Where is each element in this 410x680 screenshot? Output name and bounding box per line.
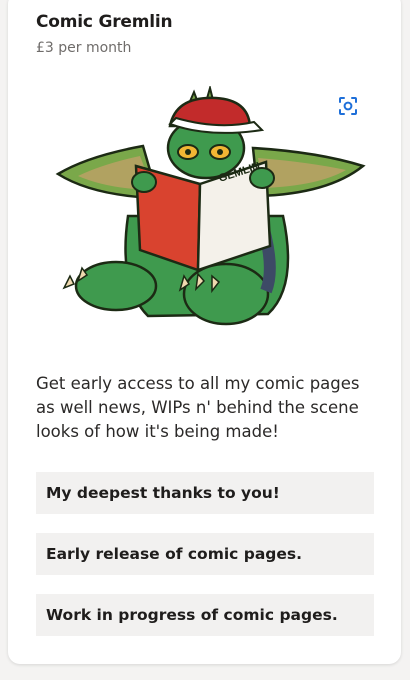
tier-title: Comic Gremlin	[36, 12, 173, 32]
benefit-item: My deepest thanks to you!	[36, 472, 374, 514]
tier-card: Comic Gremlin £3 per month GEMLIN Get ea…	[8, 0, 401, 664]
benefit-item: Work in progress of comic pages.	[36, 594, 374, 636]
gremlin-illustration	[55, 86, 366, 326]
tier-price: £3 per month	[36, 40, 132, 56]
benefit-item: Early release of comic pages.	[36, 533, 374, 575]
tier-description: Get early access to all my comic pages a…	[36, 374, 360, 441]
tier-image: GEMLIN	[55, 86, 366, 326]
scan-icon[interactable]	[337, 95, 359, 117]
